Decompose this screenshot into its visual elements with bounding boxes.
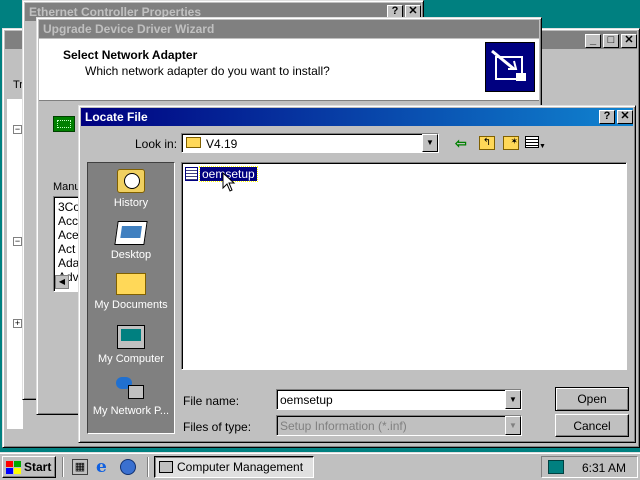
place-my-computer[interactable]: My Computer xyxy=(88,319,174,371)
file-name-value: oemsetup xyxy=(280,393,333,407)
place-desktop[interactable]: Desktop xyxy=(88,215,174,267)
place-label: My Computer xyxy=(97,353,165,365)
windows-logo-icon xyxy=(6,460,21,474)
locate-file-dialog: Locate File ? ✕ Look in: V4.19 ▼ ⇦ ↰ ✶ ▼… xyxy=(78,105,636,443)
history-icon xyxy=(117,169,145,193)
places-list: History Desktop My Documents My Computer My … xyxy=(88,163,174,423)
file-item[interactable]: oemsetup xyxy=(185,166,258,182)
my-computer-icon xyxy=(117,325,145,349)
manufacturer-item[interactable]: Ace xyxy=(58,228,80,242)
tree-expander-2[interactable]: − xyxy=(13,237,22,246)
wizard-titlebar: Upgrade Device Driver Wizard xyxy=(39,20,539,38)
manufacturers-items: 3CoAccAceActAdaAdv xyxy=(54,197,80,284)
manufacturers-label: Manu xyxy=(53,181,81,193)
my-documents-icon xyxy=(116,273,146,295)
look-in-label: Look in: xyxy=(135,137,178,151)
look-in-dropdown-arrow[interactable]: ▼ xyxy=(422,134,438,152)
close-icon[interactable]: ✕ xyxy=(621,34,637,48)
mmc-window-controls: _ □ ✕ xyxy=(585,34,637,48)
place-label: My Documents xyxy=(94,299,168,311)
up-one-level-icon[interactable]: ↰ xyxy=(479,136,495,150)
list-scroll-left-button[interactable]: ◀ xyxy=(55,275,69,289)
open-button[interactable]: Open xyxy=(555,387,629,411)
help-icon[interactable]: ? xyxy=(599,110,615,124)
files-of-type-combo[interactable]: Setup Information (*.inf) ▼ xyxy=(276,415,522,436)
file-list[interactable]: oemsetup xyxy=(181,162,627,370)
tree-expander-1[interactable]: − xyxy=(13,125,22,134)
tree-pane xyxy=(7,99,23,429)
manufacturer-item[interactable]: Acc xyxy=(58,214,80,228)
cancel-button[interactable]: Cancel xyxy=(555,414,629,437)
manufacturer-item[interactable]: 3Co xyxy=(58,200,80,214)
hardware-wizard-icon xyxy=(485,42,535,92)
file-name-dropdown-arrow[interactable]: ▼ xyxy=(505,390,521,409)
network-tray-icon[interactable] xyxy=(548,460,564,474)
desktop-icon xyxy=(114,221,148,245)
quicklaunch-separator xyxy=(62,457,64,477)
task-label: Computer Management xyxy=(177,460,304,474)
manufacturer-item[interactable]: Act xyxy=(58,242,80,256)
locate-file-title: Locate File xyxy=(85,110,148,124)
clock[interactable]: 6:31 AM xyxy=(582,461,626,475)
place-history[interactable]: History xyxy=(88,163,174,215)
tree-expander-3[interactable]: + xyxy=(13,319,22,328)
network-adapter-icon xyxy=(53,116,75,132)
file-name-label: File name: xyxy=(183,394,240,408)
task-separator xyxy=(147,457,149,477)
folder-icon xyxy=(186,137,201,148)
start-label: Start xyxy=(24,460,52,474)
look-in-value: V4.19 xyxy=(206,137,238,151)
setup-information-icon xyxy=(185,167,198,181)
files-of-type-dropdown-arrow[interactable]: ▼ xyxy=(505,416,521,435)
taskbar: Start ▦ e Computer Management 6:31 AM xyxy=(0,452,640,480)
wizard-heading: Select Network Adapter xyxy=(63,48,198,62)
file-name-combo[interactable]: oemsetup ▼ xyxy=(276,389,522,410)
maximize-icon[interactable]: □ xyxy=(603,34,619,48)
close-icon[interactable]: ✕ xyxy=(617,110,633,124)
locate-window-controls: ? ✕ xyxy=(599,110,633,124)
outlook-express-icon[interactable] xyxy=(120,459,136,475)
start-button[interactable]: Start xyxy=(2,456,56,478)
my-network-places-icon xyxy=(116,377,146,401)
back-icon[interactable]: ⇦ xyxy=(455,135,467,152)
task-computer-management[interactable]: Computer Management xyxy=(154,456,314,478)
mouse-cursor-icon xyxy=(222,171,236,195)
place-label: My Network P... xyxy=(92,405,170,417)
system-tray: 6:31 AM xyxy=(541,456,638,478)
show-desktop-icon[interactable]: ▦ xyxy=(72,459,88,475)
wizard-title: Upgrade Device Driver Wizard xyxy=(43,22,215,36)
view-menu-icon[interactable]: ▼ xyxy=(525,136,547,150)
look-in-dropdown[interactable]: V4.19 ▼ xyxy=(181,133,439,153)
place-label: Desktop xyxy=(110,249,152,261)
internet-explorer-icon[interactable]: e xyxy=(96,457,107,477)
manufacturer-item[interactable]: Ada xyxy=(58,256,80,270)
wizard-subheading: Which network adapter do you want to ins… xyxy=(85,64,330,78)
files-of-type-value: Setup Information (*.inf) xyxy=(280,419,407,433)
files-of-type-label: Files of type: xyxy=(183,420,252,434)
places-bar: History Desktop My Documents My Computer My … xyxy=(87,162,175,434)
place-label: History xyxy=(113,197,149,209)
computer-management-icon xyxy=(159,461,173,473)
new-folder-icon[interactable]: ✶ xyxy=(503,136,519,150)
place-my-documents[interactable]: My Documents xyxy=(88,267,174,319)
wizard-header: Select Network Adapter Which network ada… xyxy=(39,39,539,101)
locate-file-titlebar: Locate File xyxy=(81,108,633,126)
place-my-network-places[interactable]: My Network P... xyxy=(88,371,174,423)
minimize-icon[interactable]: _ xyxy=(585,34,601,48)
